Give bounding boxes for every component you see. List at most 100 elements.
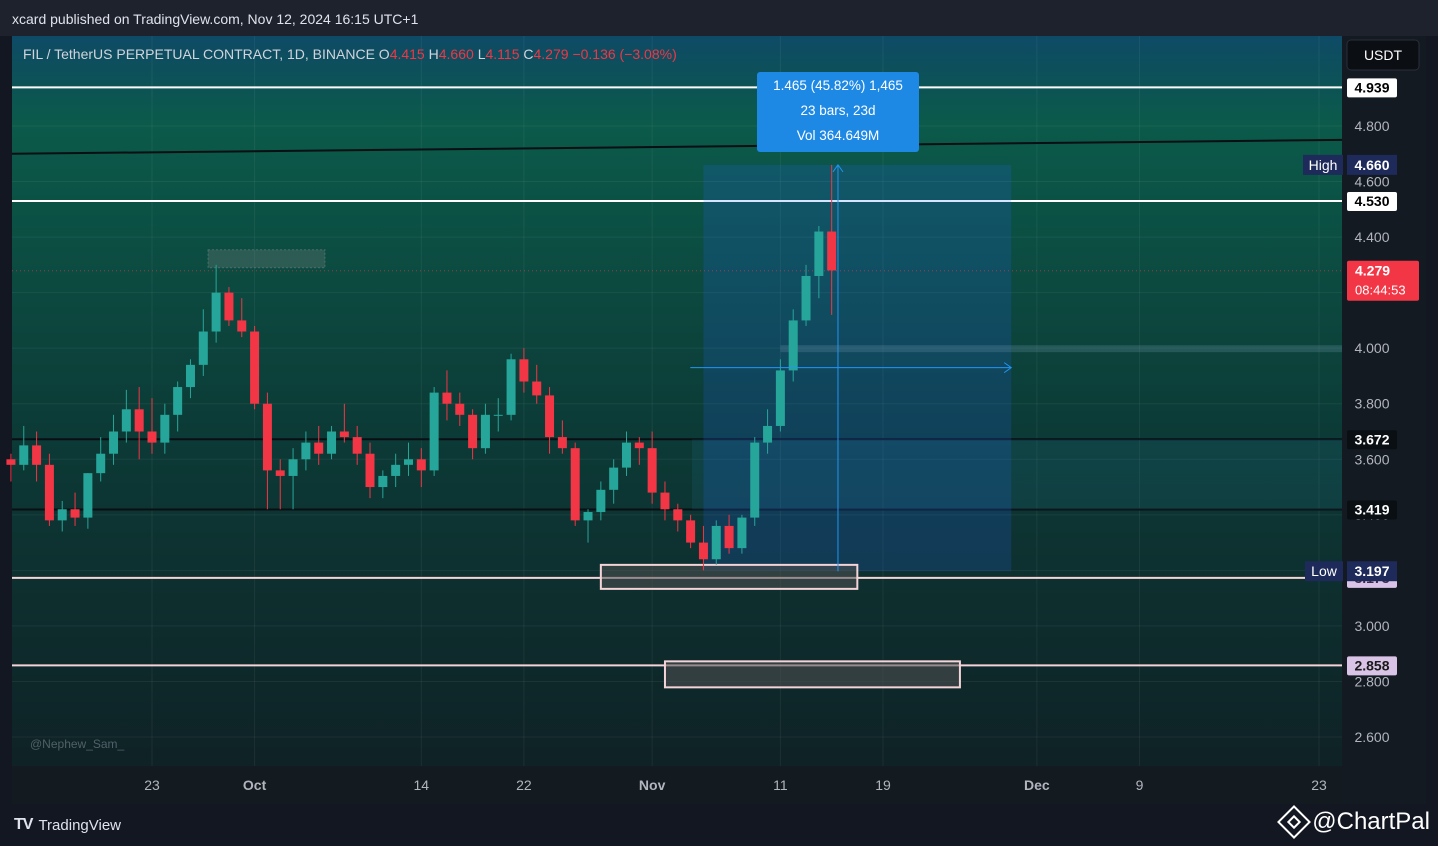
- candle-body: [134, 409, 144, 432]
- high-label-text: High: [1309, 157, 1338, 173]
- candle-body: [506, 359, 516, 415]
- candle-body: [121, 409, 131, 432]
- candle-body: [250, 331, 260, 404]
- candle-body: [660, 492, 670, 510]
- candle-body: [570, 448, 580, 521]
- candle-body: [750, 442, 760, 518]
- currency-text: USDT: [1364, 47, 1403, 63]
- candle-body: [827, 231, 837, 271]
- candle-body: [673, 509, 683, 521]
- candle-body: [173, 387, 183, 415]
- chartpal-logo-icon: [1277, 805, 1312, 839]
- time-tick-label: 14: [414, 777, 430, 793]
- chart-canvas[interactable]: 1.465 (45.82%) 1,465 23 bars, 23d Vol 364.…: [0, 0, 1438, 846]
- candle-body: [442, 392, 452, 404]
- candle-body: [6, 459, 16, 465]
- candle-body: [32, 445, 42, 465]
- candle-body: [711, 525, 721, 560]
- candle-body: [403, 459, 413, 465]
- candle-body: [416, 459, 426, 471]
- candle-body: [237, 320, 247, 332]
- candle-body: [301, 442, 311, 460]
- candle-body: [391, 464, 401, 476]
- candle-body: [57, 509, 67, 521]
- price-level-tag-text: 3.419: [1354, 502, 1389, 518]
- measure-bars-text: 23 bars, 23d: [800, 103, 875, 118]
- price-tick-label: 4.000: [1354, 340, 1389, 356]
- candle-body: [160, 414, 170, 443]
- time-tick-label: 23: [144, 777, 160, 793]
- low-value-text: 3.197: [1354, 563, 1389, 579]
- time-tick-label: Oct: [243, 777, 267, 793]
- price-tick-label: 2.600: [1354, 729, 1389, 745]
- time-tick-label: 11: [773, 777, 788, 793]
- candle-body: [493, 414, 503, 416]
- candle-body: [788, 320, 798, 371]
- candle-body: [814, 231, 824, 276]
- candle-body: [211, 292, 221, 332]
- demand-zone-box: [599, 563, 859, 590]
- tradingview-logo[interactable]: TV TradingView: [14, 816, 121, 834]
- candle-body: [647, 448, 657, 493]
- candle-body: [583, 512, 593, 521]
- candle-body: [185, 364, 195, 388]
- chartpal-text: @ChartPal: [1312, 808, 1430, 835]
- time-tick-label: 19: [875, 777, 891, 793]
- price-tick-label: 4.400: [1354, 229, 1389, 245]
- candle-body: [621, 442, 631, 468]
- price-level-tag-text: 4.939: [1354, 79, 1389, 95]
- candle-body: [609, 467, 619, 490]
- symbol-ohlc-header: FIL / TetherUS PERPETUAL CONTRACT, 1D, B…: [23, 46, 677, 62]
- candle-body: [327, 431, 337, 454]
- candle-body: [275, 470, 285, 476]
- candle-body: [96, 453, 106, 474]
- candle-body: [724, 525, 734, 549]
- candle-body: [365, 453, 375, 488]
- demand-zone-box: [663, 660, 961, 689]
- measure-change-text: 1.465 (45.82%) 1,465: [773, 78, 903, 93]
- price-tick-label: 2.800: [1354, 673, 1389, 689]
- countdown-text: 08:44:53: [1355, 283, 1406, 298]
- candle-body: [557, 437, 567, 449]
- price-level-tag-text: 4.530: [1354, 193, 1389, 209]
- candle-body: [83, 473, 93, 518]
- price-level-tag-text: 3.672: [1354, 431, 1389, 447]
- candle-body: [429, 392, 439, 471]
- candle-body: [352, 437, 362, 454]
- candle-body: [698, 542, 708, 560]
- candle-body: [314, 442, 324, 454]
- price-tick-label: 4.600: [1354, 174, 1389, 190]
- last-price-text: 4.279: [1355, 263, 1390, 279]
- author-watermark: @Nephew_Sam_: [30, 737, 125, 751]
- candle-body: [801, 275, 811, 321]
- candle-body: [339, 431, 349, 438]
- chartpal-watermark: @ChartPal: [1277, 805, 1430, 839]
- candle-body: [519, 359, 529, 382]
- candle-body: [596, 489, 606, 513]
- candle-body: [198, 331, 208, 365]
- price-tick-label: 3.000: [1354, 618, 1389, 634]
- candle-body: [262, 403, 272, 471]
- resistance-zone-box: [692, 439, 1342, 510]
- candle-body: [224, 292, 234, 321]
- candle-body: [147, 431, 157, 443]
- price-level-tag-text: 2.858: [1354, 657, 1389, 673]
- candle-body: [468, 414, 478, 449]
- price-tick-label: 3.600: [1354, 451, 1389, 467]
- candle-body: [44, 464, 54, 521]
- candle-body: [378, 475, 388, 488]
- price-tick-label: 4.800: [1354, 118, 1389, 134]
- candle-body: [288, 459, 298, 476]
- footer: [0, 804, 1438, 846]
- measure-volume-text: Vol 364.649M: [797, 128, 880, 143]
- candle-body: [775, 370, 785, 426]
- high-value-text: 4.660: [1354, 157, 1389, 173]
- candle-body: [109, 431, 119, 454]
- time-tick-label: Nov: [639, 777, 666, 793]
- candle-body: [455, 403, 465, 415]
- price-tick-label: 3.800: [1354, 396, 1389, 412]
- candle-body: [763, 425, 773, 443]
- level-band: [780, 345, 1342, 353]
- candle-body: [70, 509, 80, 518]
- time-tick-label: 22: [516, 777, 532, 793]
